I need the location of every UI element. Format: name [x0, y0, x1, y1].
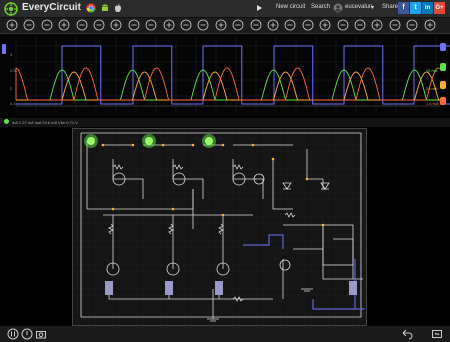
y-tick-label: 2.5	[10, 68, 16, 73]
oscilloscope-panel: 4 2.5 2 0.4 29 mA 20 mA 1.6 mA	[0, 34, 450, 116]
node-dot[interactable]	[251, 143, 255, 147]
transistors[interactable]	[106, 172, 246, 276]
new-circuit-link[interactable]: New circuit	[276, 4, 305, 10]
voltage-sources[interactable]	[253, 173, 291, 271]
voltage-source-tool-icon[interactable]	[93, 19, 105, 31]
y-tick-label: 2	[10, 86, 13, 91]
led-tool-icon[interactable]	[145, 19, 157, 31]
zoom-in-tool-icon[interactable]	[371, 19, 383, 31]
bottom-bar	[0, 326, 450, 342]
node-dot[interactable]	[111, 207, 115, 211]
app-name: EveryCircuit	[22, 2, 81, 13]
apple-icon[interactable]	[113, 3, 123, 13]
top-bar: EveryCircuit New circuit Search eucevalu…	[0, 0, 450, 18]
fit-tool-icon[interactable]	[406, 19, 418, 31]
circuit-canvas[interactable]	[72, 128, 367, 326]
settings-tool-icon[interactable]	[424, 19, 436, 31]
fullscreen-icon[interactable]	[431, 328, 443, 340]
channel-toggle-orange[interactable]	[440, 81, 446, 89]
wire-tool-icon[interactable]	[250, 19, 262, 31]
right-scale-label: 20 mA	[426, 86, 438, 91]
node-dot[interactable]	[131, 143, 135, 147]
ground-tool-icon[interactable]	[6, 19, 18, 31]
facebook-share-button[interactable]: f	[398, 2, 409, 14]
right-scale-label: 29 mA	[426, 68, 438, 73]
waveform-plot	[0, 34, 450, 116]
node-dot[interactable]	[271, 157, 275, 161]
led-icon[interactable]	[87, 137, 95, 145]
node-dot[interactable]	[321, 223, 325, 227]
twitter-share-button[interactable]: t	[410, 2, 421, 14]
channel-marker-left[interactable]	[2, 44, 6, 54]
flip-tool-icon[interactable]	[302, 19, 314, 31]
channel-toggle-green[interactable]	[440, 63, 446, 71]
node-dot[interactable]	[161, 143, 165, 147]
zoom-out-tool-icon[interactable]	[389, 19, 401, 31]
chevron-down-icon[interactable]: ▾	[371, 4, 374, 11]
current-source-tool-icon[interactable]	[110, 19, 122, 31]
npn-tool-icon[interactable]	[163, 19, 175, 31]
diode-tool-icon[interactable]	[128, 19, 140, 31]
camera-icon[interactable]	[35, 328, 47, 340]
linkedin-share-button[interactable]: in	[422, 2, 433, 14]
record-icon[interactable]	[21, 328, 33, 340]
schematic[interactable]	[73, 129, 366, 325]
node-dot[interactable]	[221, 143, 225, 147]
led-icon[interactable]	[205, 137, 213, 145]
pnp-tool-icon[interactable]	[180, 19, 192, 31]
node-dot[interactable]	[221, 213, 225, 217]
chrome-icon[interactable]	[86, 3, 96, 13]
node-dot[interactable]	[101, 143, 105, 147]
pmos-tool-icon[interactable]	[215, 19, 227, 31]
component-toolbar	[0, 18, 450, 34]
play-tool-icon[interactable]	[267, 19, 279, 31]
share-label: Share	[382, 4, 399, 10]
right-scale-label: 1.6 mA	[426, 101, 439, 106]
delete-tool-icon[interactable]	[319, 19, 331, 31]
node-dot[interactable]	[305, 177, 309, 181]
undo-tool-icon[interactable]	[354, 19, 366, 31]
led-icon[interactable]	[145, 137, 153, 145]
inductor-tool-icon[interactable]	[76, 19, 88, 31]
android-icon[interactable]	[100, 3, 110, 13]
undo-icon[interactable]	[401, 328, 413, 340]
y-tick-label: 4	[10, 52, 13, 57]
channel-toggle-blue[interactable]	[440, 43, 446, 51]
everycircuit-logo-icon	[4, 2, 18, 16]
more-tool-icon[interactable]	[337, 19, 349, 31]
search-link[interactable]: Search	[311, 4, 330, 10]
measurement-bar: mA 1.27 mA Isat 24.6 mA Vbe 0.71 V	[0, 118, 450, 127]
node-dot[interactable]	[171, 207, 175, 211]
node-dot[interactable]	[191, 143, 195, 147]
rotate-tool-icon[interactable]	[284, 19, 296, 31]
measurement-readout: mA 1.27 mA Isat 24.6 mA Vbe 0.71 V	[12, 120, 78, 125]
pause-icon[interactable]	[7, 328, 19, 340]
nmos-tool-icon[interactable]	[197, 19, 209, 31]
switch-tool-icon[interactable]	[232, 19, 244, 31]
highlighted-wires[interactable]	[243, 234, 365, 310]
probe-dot-icon	[4, 119, 9, 124]
channel-toggle-red[interactable]	[440, 97, 446, 105]
resistor-tool-icon[interactable]	[41, 19, 53, 31]
y-tick-label: 0.4	[10, 101, 16, 106]
user-menu[interactable]: eucevalun	[345, 4, 372, 10]
google-plus-share-button[interactable]: G+	[434, 2, 445, 14]
user-avatar-icon[interactable]	[333, 3, 343, 13]
capacitor-tool-icon[interactable]	[58, 19, 70, 31]
play-icon[interactable]	[254, 3, 264, 13]
node-tool-icon[interactable]	[23, 19, 35, 31]
diodes[interactable]	[282, 182, 330, 190]
